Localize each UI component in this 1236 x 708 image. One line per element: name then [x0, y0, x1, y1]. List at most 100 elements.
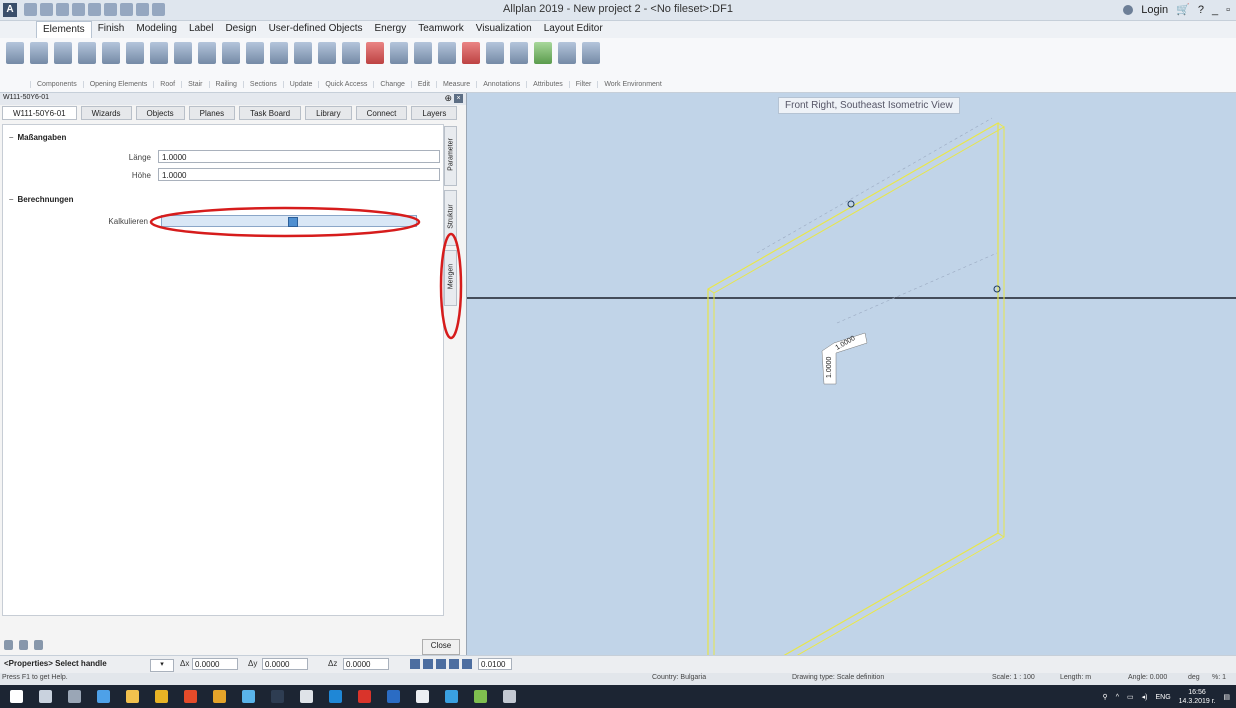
delete-tool-icon[interactable]	[462, 42, 480, 64]
palette-close-icon[interactable]: ×	[454, 94, 463, 103]
mirror-tool-icon[interactable]	[438, 42, 456, 64]
side-tab-mengen[interactable]: Mengen	[444, 250, 457, 306]
tab-library[interactable]: Library	[305, 106, 352, 120]
tab-label[interactable]: Label	[183, 21, 219, 38]
pdf-icon[interactable]	[358, 690, 371, 703]
railing-tool-icon[interactable]	[246, 42, 264, 64]
section-dimensions[interactable]: – Maßangaben	[9, 133, 66, 142]
tab-layers[interactable]: Layers	[411, 106, 458, 120]
app-icon-1[interactable]	[155, 690, 168, 703]
tab-modeling[interactable]: Modeling	[130, 21, 183, 38]
app-icon-3[interactable]	[271, 690, 284, 703]
tab-w111[interactable]: W111-50Y6-01	[2, 106, 77, 120]
beam-tool-icon[interactable]	[78, 42, 96, 64]
section-calculations[interactable]: – Berechnungen	[9, 195, 73, 204]
network-icon[interactable]: ▭	[1127, 693, 1134, 701]
login-link[interactable]: Login	[1141, 4, 1168, 16]
volume-icon[interactable]: ◂)	[1142, 693, 1148, 701]
task-view-icon[interactable]	[68, 690, 81, 703]
app-icon-2[interactable]	[242, 690, 255, 703]
photos-icon[interactable]	[503, 690, 516, 703]
line-tool-icon[interactable]	[318, 42, 336, 64]
app-icon-6[interactable]	[474, 690, 487, 703]
language-indicator[interactable]: ENG	[1155, 694, 1170, 701]
text-tool-icon[interactable]	[342, 42, 360, 64]
work-environment-icon[interactable]	[582, 42, 600, 64]
close-button[interactable]: Close	[422, 639, 460, 655]
dz-input[interactable]: 0.0000	[343, 658, 389, 670]
start-icon[interactable]	[10, 690, 23, 703]
modify-tool-icon[interactable]	[366, 42, 384, 64]
attributes-tool-icon[interactable]	[534, 42, 552, 64]
annotation-tool-icon[interactable]	[510, 42, 528, 64]
angle-text[interactable]: Angle: 0.000	[1128, 674, 1167, 681]
measure-tool-icon[interactable]	[486, 42, 504, 64]
track-icon[interactable]	[423, 659, 433, 669]
search-icon[interactable]	[39, 690, 52, 703]
tab-elements[interactable]: Elements	[36, 21, 92, 38]
app-icon-4[interactable]	[387, 690, 400, 703]
length-field[interactable]: 1.0000	[158, 150, 440, 163]
filter-tool-icon[interactable]	[558, 42, 576, 64]
tab-energy[interactable]: Energy	[369, 21, 413, 38]
tab-design[interactable]: Design	[219, 21, 262, 38]
allplan-taskbar-icon[interactable]	[300, 690, 313, 703]
viewport-3d[interactable]: Front Right, Southeast Isometric View 1.…	[467, 93, 1236, 655]
height-field[interactable]: 1.0000	[158, 168, 440, 181]
roof-tool-icon[interactable]	[198, 42, 216, 64]
save-favorite-icon[interactable]	[19, 640, 28, 650]
scale-text[interactable]: Scale: 1 : 100	[992, 674, 1035, 681]
side-tab-parameter[interactable]: Parameter	[444, 126, 457, 186]
tab-task-board[interactable]: Task Board	[239, 106, 302, 120]
office-icon[interactable]	[184, 690, 197, 703]
help-icon[interactable]: ?	[1198, 4, 1204, 16]
clock[interactable]: 16:56 14.3.2019 г.	[1179, 688, 1216, 706]
pin-icon[interactable]: ⊕	[444, 93, 452, 104]
window-tool-icon[interactable]	[126, 42, 144, 64]
side-tab-struktur[interactable]: Struktur	[444, 190, 457, 246]
copy-tool-icon[interactable]	[414, 42, 432, 64]
app-icon-5[interactable]	[445, 690, 458, 703]
calculate-button[interactable]	[161, 215, 417, 227]
minimize-button[interactable]: _	[1212, 4, 1218, 16]
delta-icon[interactable]	[436, 659, 446, 669]
maximize-button[interactable]: ▫	[1226, 4, 1230, 16]
grid-step-icon[interactable]	[462, 659, 472, 669]
update-tool-icon[interactable]	[294, 42, 312, 64]
tab-planes[interactable]: Planes	[188, 106, 236, 120]
drawing-type-text[interactable]: Drawing type: Scale definition	[792, 674, 884, 681]
tab-finish[interactable]: Finish	[92, 21, 131, 38]
store-icon[interactable]	[97, 690, 110, 703]
tab-wizards[interactable]: Wizards	[80, 106, 132, 120]
tab-user-defined-objects[interactable]: User-defined Objects	[263, 21, 369, 38]
column-tool-icon[interactable]	[54, 42, 72, 64]
prompt-dropdown[interactable]: ▾	[150, 659, 174, 672]
people-icon[interactable]: ⚲	[1103, 693, 1108, 701]
allplan-active-icon[interactable]	[416, 690, 429, 703]
point-snap-icon[interactable]	[410, 659, 420, 669]
favorites-icon[interactable]	[4, 640, 13, 650]
dx-input[interactable]: 0.0000	[192, 658, 238, 670]
reset-icon[interactable]	[34, 640, 43, 650]
opening-tool-icon[interactable]	[150, 42, 168, 64]
stair-tool-icon[interactable]	[222, 42, 240, 64]
move-tool-icon[interactable]	[390, 42, 408, 64]
dy-input[interactable]: 0.0000	[262, 658, 308, 670]
tab-visualization[interactable]: Visualization	[470, 21, 538, 38]
length-unit-text[interactable]: Length: m	[1060, 674, 1091, 681]
wall-tool-icon[interactable]	[6, 42, 24, 64]
tab-objects[interactable]: Objects	[135, 106, 185, 120]
cart-icon[interactable]: 🛒	[1176, 3, 1190, 16]
door-tool-icon[interactable]	[102, 42, 120, 64]
tab-teamwork[interactable]: Teamwork	[412, 21, 470, 38]
skype-icon[interactable]	[329, 690, 342, 703]
angle-snap-icon[interactable]	[449, 659, 459, 669]
file-explorer-icon[interactable]	[126, 690, 139, 703]
percent-text[interactable]: %: 1	[1212, 674, 1226, 681]
wall-model[interactable]: 1.0000 1.0000	[467, 93, 1236, 655]
chrome-icon[interactable]	[213, 690, 226, 703]
angle-unit-text[interactable]: deg	[1188, 674, 1200, 681]
niche-tool-icon[interactable]	[174, 42, 192, 64]
slab-tool-icon[interactable]	[30, 42, 48, 64]
section-tool-icon[interactable]	[270, 42, 288, 64]
